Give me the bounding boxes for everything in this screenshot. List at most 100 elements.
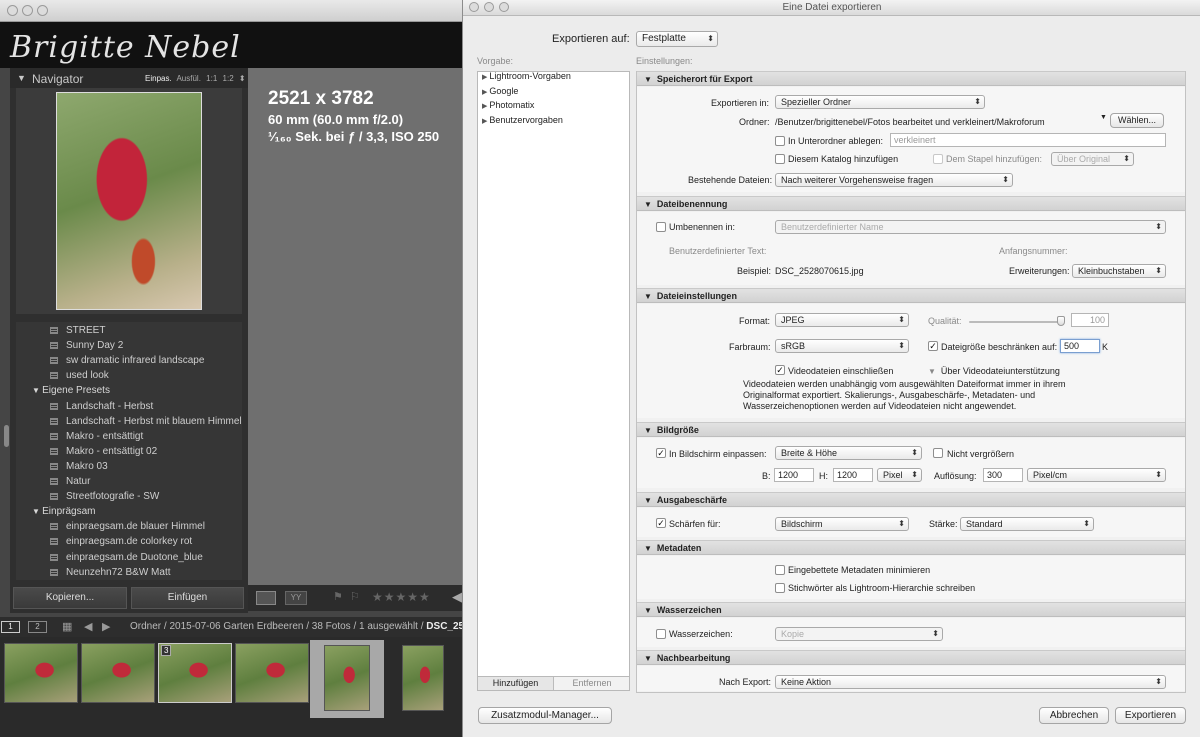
- after-export-popup[interactable]: Keine Aktion: [775, 675, 1166, 689]
- before-after-icon[interactable]: YY: [285, 591, 307, 605]
- size-unit-popup[interactable]: Pixel: [877, 468, 922, 482]
- preset-item[interactable]: Makro - entsättigt 02: [50, 446, 157, 457]
- preset-folder[interactable]: ▶ Benutzervorgaben: [482, 115, 563, 125]
- close-window-button[interactable]: [7, 5, 18, 16]
- paste-settings-button[interactable]: Einfügen: [131, 587, 244, 609]
- grid-view-icon[interactable]: ▦: [62, 620, 72, 633]
- main-image-area[interactable]: [248, 68, 462, 585]
- export-to-popup[interactable]: Festplatte: [636, 31, 718, 47]
- reject-flag-icon[interactable]: ⚐: [350, 590, 360, 603]
- dont-enlarge-checkbox[interactable]: [933, 448, 943, 458]
- preset-item[interactable]: sw dramatic infrared landscape: [50, 355, 204, 366]
- dialog-minimize-button[interactable]: [484, 2, 494, 12]
- section-header-naming[interactable]: ▼ Dateibenennung: [637, 196, 1185, 211]
- filmstrip-thumbnail[interactable]: 3: [158, 643, 232, 703]
- sharpen-amount-popup[interactable]: Standard: [960, 517, 1094, 531]
- add-to-stack-checkbox[interactable]: [933, 154, 943, 164]
- zoom-window-button[interactable]: [37, 5, 48, 16]
- preset-item[interactable]: Neunzehn72 B&W Matt: [50, 567, 171, 578]
- section-header-post-processing[interactable]: ▼ Nachbearbeitung: [637, 650, 1185, 665]
- section-header-location[interactable]: ▼ Speicherort für Export: [637, 71, 1185, 86]
- filmstrip-path[interactable]: Ordner / 2015-07-06 Garten Erdbeeren / 3…: [130, 621, 486, 632]
- watermark-popup[interactable]: Kopie: [775, 627, 943, 641]
- subfolder-input[interactable]: verkleinert: [890, 133, 1166, 147]
- plugin-manager-button[interactable]: Zusatzmodul-Manager...: [478, 707, 612, 724]
- quality-input[interactable]: 100: [1071, 313, 1109, 327]
- recent-folders-arrow-icon[interactable]: ▼: [1100, 114, 1107, 121]
- zoom-fit[interactable]: Einpas.: [145, 74, 172, 83]
- filmstrip-thumbnail[interactable]: [81, 643, 155, 703]
- include-video-checkbox[interactable]: ✓: [775, 365, 785, 375]
- navigator-header[interactable]: ▼ Navigator Einpas. Ausfül. 1:1 1:2 ⬍: [10, 68, 248, 88]
- minimize-metadata-checkbox[interactable]: [775, 565, 785, 575]
- dialog-zoom-button[interactable]: [499, 2, 509, 12]
- navigator-zoom-options[interactable]: Einpas. Ausfül. 1:1 1:2 ⬍: [145, 74, 246, 83]
- watermark-checkbox[interactable]: [656, 629, 666, 639]
- quality-slider-knob[interactable]: [1057, 316, 1065, 326]
- rename-checkbox[interactable]: [656, 222, 666, 232]
- keywords-hierarchy-checkbox[interactable]: [775, 583, 785, 593]
- zoom-1-2[interactable]: 1:2 ⬍: [223, 74, 246, 83]
- panel-scrollbar[interactable]: [4, 425, 9, 447]
- export-button[interactable]: Exportieren: [1115, 707, 1186, 724]
- preset-group[interactable]: ▼ Eigene Presets: [32, 385, 110, 396]
- preset-item[interactable]: used look: [50, 370, 109, 381]
- remove-preset-button[interactable]: Entfernen: [555, 677, 629, 690]
- fit-screen-checkbox[interactable]: ✓: [656, 448, 666, 458]
- section-header-sharpening[interactable]: ▼ Ausgabeschärfe: [637, 492, 1185, 507]
- fit-mode-popup[interactable]: Breite & Höhe: [775, 446, 922, 460]
- forward-arrow-icon[interactable]: ▶: [102, 620, 110, 633]
- preset-item[interactable]: Streetfotografie - SW: [50, 491, 159, 502]
- collapse-triangle-icon[interactable]: ▼: [17, 73, 26, 83]
- filmstrip-thumbnail-selected[interactable]: [324, 645, 370, 711]
- preset-folder[interactable]: ▶ Google: [482, 86, 518, 96]
- subfolder-checkbox[interactable]: [775, 136, 785, 146]
- stack-position-popup[interactable]: Über Original: [1051, 152, 1134, 166]
- height-input[interactable]: 1200: [833, 468, 873, 482]
- preset-group[interactable]: ▼ Einprägsam: [32, 506, 96, 517]
- rename-template-popup[interactable]: Benutzerdefinierter Name: [775, 220, 1166, 234]
- preset-item[interactable]: Makro - entsättigt: [50, 431, 143, 442]
- screen-1-button[interactable]: 1: [1, 621, 20, 633]
- preset-item[interactable]: einpraegsam.de Duotone_blue: [50, 552, 203, 563]
- preset-item[interactable]: Landschaft - Herbst mit blauem Himmel: [50, 416, 242, 427]
- preset-folder[interactable]: ▶ Lightroom-Vorgaben: [482, 71, 571, 81]
- dialog-close-button[interactable]: [469, 2, 479, 12]
- limit-filesize-input[interactable]: 500: [1060, 339, 1100, 353]
- preset-item[interactable]: Landschaft - Herbst: [50, 401, 153, 412]
- preset-list[interactable]: [477, 71, 630, 691]
- flag-icon[interactable]: ⚑: [333, 590, 343, 603]
- preset-item[interactable]: Sunny Day 2: [50, 340, 123, 351]
- arrow-left-icon[interactable]: ◀: [452, 589, 462, 605]
- navigator-preview-image[interactable]: [56, 92, 202, 310]
- loupe-view-icon[interactable]: [256, 591, 276, 605]
- section-header-metadata[interactable]: ▼ Metadaten: [637, 540, 1185, 555]
- screen-2-button[interactable]: 2: [28, 621, 47, 633]
- zoom-fill[interactable]: Ausfül.: [176, 74, 200, 83]
- cancel-button[interactable]: Abbrechen: [1039, 707, 1109, 724]
- filmstrip-thumbnail[interactable]: [4, 643, 78, 703]
- add-preset-button[interactable]: Hinzufügen: [478, 677, 554, 690]
- preset-item[interactable]: einpraegsam.de blauer Himmel: [50, 521, 205, 532]
- colorspace-popup[interactable]: sRGB: [775, 339, 909, 353]
- add-to-catalog-checkbox[interactable]: [775, 154, 785, 164]
- format-popup[interactable]: JPEG: [775, 313, 909, 327]
- preset-item[interactable]: Natur: [50, 476, 90, 487]
- resolution-input[interactable]: 300: [983, 468, 1023, 482]
- extensions-popup[interactable]: Kleinbuchstaben: [1072, 264, 1166, 278]
- zoom-1-1[interactable]: 1:1: [206, 74, 217, 83]
- star-rating-icon[interactable]: ★★★★★: [372, 590, 431, 604]
- filmstrip-thumbnail[interactable]: [235, 643, 309, 703]
- back-arrow-icon[interactable]: ◀: [84, 620, 92, 633]
- limit-filesize-checkbox[interactable]: ✓: [928, 341, 938, 351]
- existing-files-popup[interactable]: Nach weiterer Vorgehensweise fragen: [775, 173, 1013, 187]
- filmstrip-thumbnail[interactable]: [402, 645, 444, 711]
- quality-slider-track[interactable]: [969, 321, 1061, 323]
- sharpen-checkbox[interactable]: ✓: [656, 518, 666, 528]
- width-input[interactable]: 1200: [774, 468, 814, 482]
- video-support-disclosure[interactable]: ▼ Über Videodateiunterstützung: [928, 366, 1060, 376]
- copy-settings-button[interactable]: Kopieren...: [13, 587, 127, 609]
- export-in-popup[interactable]: Spezieller Ordner: [775, 95, 985, 109]
- section-header-file-settings[interactable]: ▼ Dateieinstellungen: [637, 288, 1185, 303]
- sharpen-for-popup[interactable]: Bildschirm: [775, 517, 909, 531]
